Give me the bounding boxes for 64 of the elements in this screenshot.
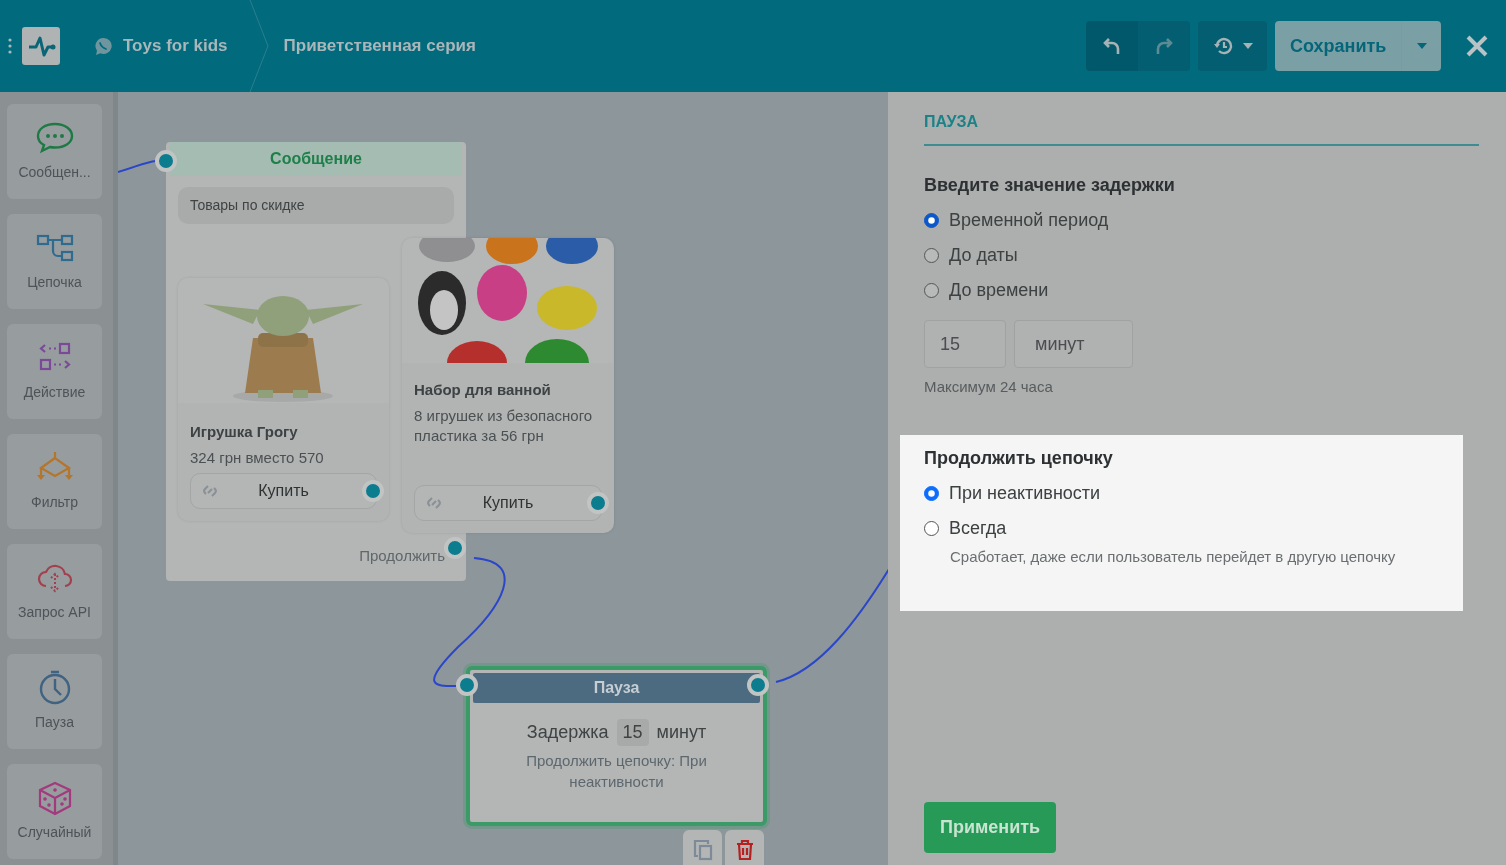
buy-button[interactable]: Купить — [414, 485, 602, 521]
node-title: Сообщение — [170, 142, 462, 176]
pulse-logo-icon[interactable] — [22, 27, 60, 65]
history-icon — [1212, 36, 1235, 56]
option-label[interactable]: Всегда — [949, 514, 1007, 542]
field-hint: Максимум 24 часа — [924, 377, 1054, 397]
sidebar-item[interactable]: Случайный — [7, 764, 102, 859]
redo-icon — [1155, 36, 1173, 56]
sidebar-item[interactable]: Действие — [7, 324, 102, 419]
pause-node[interactable]: Пауза Задержка 15 минут Продолжить цепочку: При неактивности — [466, 666, 767, 826]
redo-button[interactable] — [1138, 21, 1190, 71]
option-hint: Сработает, даже если пользователь перейдет в другую цепочку — [950, 546, 1397, 567]
apply-button[interactable]: Применить — [924, 802, 1057, 853]
message-text: Товары по скидке — [178, 187, 454, 224]
option-label[interactable]: До времени — [949, 277, 1049, 304]
delay-label: Задержка — [526, 721, 609, 744]
port-dot[interactable] — [362, 480, 384, 502]
delay-unit: минут — [656, 721, 707, 744]
delay-value: 15 — [616, 719, 649, 746]
product-title: Игрушка Грогу — [190, 422, 299, 442]
undo-button[interactable] — [1086, 21, 1138, 71]
sidebar-item[interactable]: Запрос API — [7, 544, 102, 639]
section-heading: Продолжить цепочку — [924, 446, 1114, 470]
radio-button[interactable] — [924, 248, 939, 263]
flow-title[interactable]: Приветственная серия — [283, 33, 476, 59]
section-heading: Введите значение задержки — [924, 174, 1176, 197]
speech-bubble-icon — [34, 120, 75, 156]
caret-icon — [1416, 43, 1427, 49]
product-description: 8 игрушек из безопасного пластика за 56 грн — [414, 405, 594, 446]
node-title: Пауза — [473, 673, 760, 703]
unit-select[interactable]: минут — [1014, 320, 1133, 368]
radio-button[interactable] — [924, 213, 939, 228]
continue-label: Продолжить — [359, 545, 445, 566]
copy-icon — [692, 839, 713, 861]
sidebar-item[interactable]: Пауза — [7, 654, 102, 749]
option-label[interactable]: Временной период — [949, 207, 1109, 234]
project-name[interactable]: Toys for kids — [123, 33, 228, 59]
node-note: Продолжить цепочку: При неактивности — [525, 751, 708, 792]
undo-icon — [1103, 36, 1121, 56]
menu-dots-icon[interactable] — [8, 38, 12, 54]
sidebar-item[interactable]: Сообщен... — [7, 104, 102, 199]
option-label[interactable]: До даты — [949, 242, 1018, 269]
sidebar-item[interactable]: Фильтр — [7, 434, 102, 529]
trash-icon — [735, 840, 754, 860]
sidebar-item[interactable]: Цепочка — [7, 214, 102, 309]
radio-button[interactable] — [924, 485, 939, 501]
copy-button[interactable] — [683, 830, 722, 865]
radio-button[interactable] — [924, 520, 939, 536]
product-title: Набор для ванной — [414, 380, 552, 400]
history-button[interactable] — [1198, 21, 1267, 71]
save-button[interactable]: Сохранить — [1275, 21, 1401, 71]
delay-input[interactable]: 15 — [924, 320, 1006, 368]
buy-button[interactable]: Купить — [190, 473, 377, 509]
delete-button[interactable] — [725, 830, 764, 865]
option-label[interactable]: При неактивности — [949, 479, 1101, 507]
port-dot[interactable] — [456, 674, 478, 696]
close-icon[interactable] — [1466, 35, 1488, 57]
caret-icon — [1242, 43, 1253, 49]
port-dot[interactable] — [587, 492, 609, 514]
panel-title: ПАУЗА — [924, 110, 1479, 146]
chat-bubble-icon[interactable] — [94, 36, 113, 56]
port-dot[interactable] — [155, 150, 177, 172]
radio-button[interactable] — [924, 283, 939, 298]
product-description: 324 грн вместо 570 — [190, 447, 325, 468]
